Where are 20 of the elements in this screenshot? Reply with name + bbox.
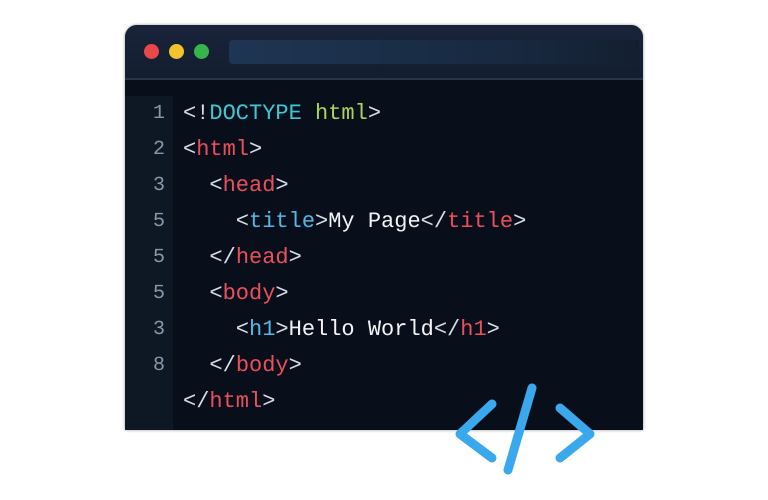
code-line: </body> xyxy=(208,352,303,380)
line-number: 3 xyxy=(152,317,165,343)
code-line: <html> xyxy=(183,136,264,164)
maximize-button[interactable] xyxy=(194,44,209,59)
close-button[interactable] xyxy=(144,44,159,59)
line-number: 5 xyxy=(152,281,165,307)
line-number: 8 xyxy=(152,353,165,379)
code-line: <h1>Hello World</h1> xyxy=(234,316,501,344)
line-number: 1 xyxy=(152,101,165,127)
minimize-button[interactable] xyxy=(169,44,184,59)
line-number: 3 xyxy=(152,173,165,199)
line-number: 5 xyxy=(152,209,165,235)
line-number: 5 xyxy=(152,245,165,271)
line-number: 2 xyxy=(152,137,165,163)
code-line: </head> xyxy=(208,244,303,272)
code-line: </html> xyxy=(183,388,276,416)
code-line: <title>My Page</title> xyxy=(234,208,526,236)
code-line: <!DOCTYPE html> xyxy=(183,100,382,128)
code-line: <head> xyxy=(208,172,290,200)
code-line: <body> xyxy=(208,280,290,308)
